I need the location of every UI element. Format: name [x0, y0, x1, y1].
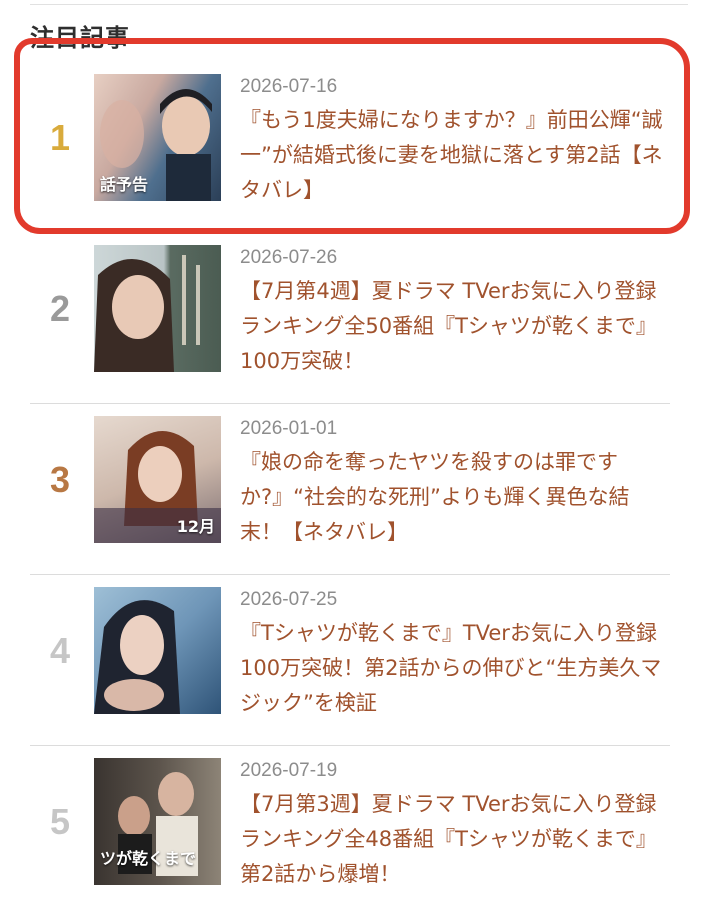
article-title-link[interactable]: 【7月第3週】夏ドラマ TVerお気に入り登録ランキング全48番組『Tシャツが乾… — [240, 787, 670, 892]
article-date: 2026-01-01 — [240, 418, 338, 439]
thumbnail-caption: 話予告 — [100, 175, 149, 194]
rank-number: 5 — [49, 801, 71, 842]
rank-number: 2 — [49, 288, 71, 329]
section-title: 注目記事 — [30, 24, 130, 52]
article-title-link[interactable]: 『もう1度夫婦になりますか？』前田公輝“誠一”が結婚式後に妻を地獄に落とす第2話… — [240, 103, 670, 208]
article-item-2[interactable]: 2 2026-07-26 【7月第4週】夏ドラマ TVerお気に入り登録ランキン… — [30, 232, 670, 403]
article-thumbnail[interactable] — [94, 587, 221, 714]
article-item-5[interactable]: 5 ツが乾くまで 2026-07-19 【7月第3週】夏ドラマ TVerお気に入… — [30, 745, 670, 916]
article-item-4[interactable]: 4 2026-07-25 『Tシャツが乾くまで』TVerお気に入り登録100万突… — [30, 574, 670, 745]
article-date: 2026-07-25 — [240, 589, 338, 610]
article-list: 1 話予告 2026-07-16 『もう1度夫婦になりますか？』前田公輝“誠一”… — [30, 62, 670, 916]
thumbnail-image — [94, 600, 180, 714]
article-thumbnail[interactable] — [94, 245, 221, 372]
thumbnail-caption: ツが乾くまで — [100, 849, 197, 868]
article-item-1[interactable]: 1 話予告 2026-07-16 『もう1度夫婦になりますか？』前田公輝“誠一”… — [30, 62, 670, 232]
article-item-3[interactable]: 3 12月 2026-01-01 『娘の命を奪ったヤツを殺すのは罪ですか?』“社… — [30, 403, 670, 574]
article-title-link[interactable]: 『Tシャツが乾くまで』TVerお気に入り登録100万突破！第2話からの伸びと“生… — [240, 616, 670, 721]
rank-number: 4 — [49, 630, 71, 671]
article-date: 2026-07-26 — [240, 247, 338, 268]
article-thumbnail[interactable]: 話予告 — [94, 74, 221, 201]
rank-number: 3 — [49, 459, 71, 500]
article-thumbnail[interactable]: 12月 — [94, 416, 221, 543]
rank-number: 1 — [49, 117, 71, 158]
article-date: 2026-07-19 — [240, 760, 338, 781]
top-divider — [30, 4, 688, 5]
article-title-link[interactable]: 【7月第4週】夏ドラマ TVerお気に入り登録ランキング全50番組『Tシャツが乾… — [240, 274, 670, 379]
thumbnail-image — [94, 255, 200, 372]
article-thumbnail[interactable]: ツが乾くまで — [94, 758, 221, 885]
thumbnail-caption: 12月 — [176, 517, 215, 536]
article-date: 2026-07-16 — [240, 76, 338, 97]
article-title-link[interactable]: 『娘の命を奪ったヤツを殺すのは罪ですか?』“社会的な死刑”よりも輝く異色な結末！… — [240, 445, 670, 550]
